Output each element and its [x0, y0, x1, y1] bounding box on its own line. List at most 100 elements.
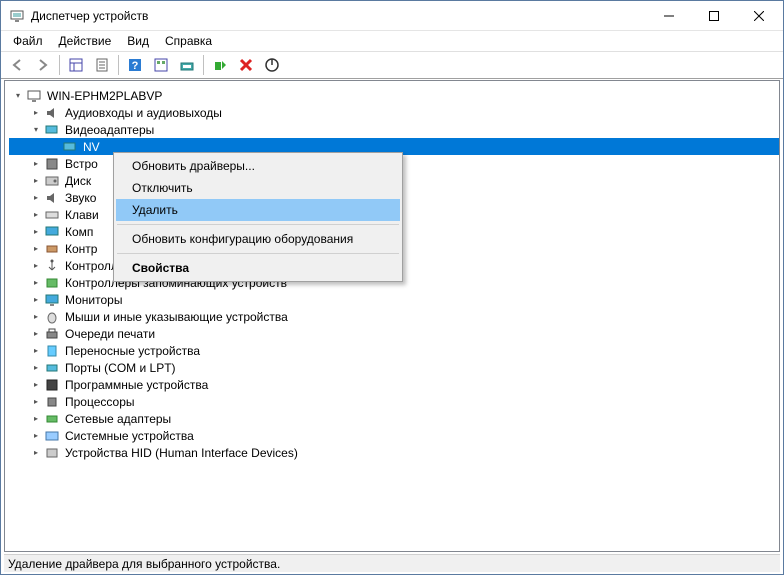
tree-item-monitors[interactable]: ▸ Мониторы: [9, 291, 779, 308]
expand-icon[interactable]: ▸: [29, 293, 43, 307]
expand-icon[interactable]: ▸: [29, 174, 43, 188]
toolbar: ?: [1, 51, 783, 79]
cpu-icon: [44, 394, 60, 410]
tree-item-ports[interactable]: ▸ Порты (COM и LPT): [9, 359, 779, 376]
expand-icon[interactable]: ▸: [29, 395, 43, 409]
expand-icon[interactable]: ▸: [29, 208, 43, 222]
maximize-button[interactable]: [691, 1, 736, 30]
ctx-label: Удалить: [132, 203, 178, 217]
properties-button[interactable]: [90, 54, 114, 76]
statusbar: Удаление драйвера для выбранного устройс…: [4, 554, 780, 572]
portable-icon: [44, 343, 60, 359]
status-text: Удаление драйвера для выбранного устройс…: [8, 557, 280, 571]
ctx-update-drivers[interactable]: Обновить драйверы...: [116, 155, 400, 177]
display-adapter-icon: [44, 122, 60, 138]
ctx-delete[interactable]: Удалить: [116, 199, 400, 221]
enable-device-button[interactable]: [208, 54, 232, 76]
device-tree[interactable]: ▾ WIN-EPHM2PLABVP ▸ Аудиовходы и аудиовы…: [4, 80, 780, 552]
tree-label: Контр: [63, 242, 99, 256]
expand-icon[interactable]: ▸: [29, 429, 43, 443]
close-button[interactable]: [736, 1, 781, 30]
tree-label: Мониторы: [63, 293, 124, 307]
tree-root[interactable]: ▾ WIN-EPHM2PLABVP: [9, 87, 779, 104]
menubar: Файл Действие Вид Справка: [1, 31, 783, 51]
mouse-icon: [44, 309, 60, 325]
expand-icon[interactable]: ▸: [29, 412, 43, 426]
tree-item-audio[interactable]: ▸ Аудиовходы и аудиовыходы: [9, 104, 779, 121]
tree-item-portable[interactable]: ▸ Переносные устройства: [9, 342, 779, 359]
device-icon: [44, 156, 60, 172]
audio-icon: [44, 190, 60, 206]
scan-hardware-button[interactable]: [149, 54, 173, 76]
tree-item-print-queues[interactable]: ▸ Очереди печати: [9, 325, 779, 342]
expand-icon[interactable]: ▸: [29, 378, 43, 392]
tree-item-processors[interactable]: ▸ Процессоры: [9, 393, 779, 410]
computer-icon: [26, 88, 42, 104]
monitor-icon: [44, 224, 60, 240]
expand-icon[interactable]: ▸: [29, 242, 43, 256]
tree-item-hid[interactable]: ▸ Устройства HID (Human Interface Device…: [9, 444, 779, 461]
tree-item-system[interactable]: ▸ Системные устройства: [9, 427, 779, 444]
monitor-icon: [44, 292, 60, 308]
software-icon: [44, 377, 60, 393]
ctx-disable[interactable]: Отключить: [116, 177, 400, 199]
update-driver-button[interactable]: [175, 54, 199, 76]
tree-label: Аудиовходы и аудиовыходы: [63, 106, 224, 120]
tree-item-network[interactable]: ▸ Сетевые адаптеры: [9, 410, 779, 427]
printer-icon: [44, 326, 60, 342]
tree-label: Комп: [63, 225, 95, 239]
menu-view[interactable]: Вид: [119, 32, 157, 50]
spacer: [47, 140, 61, 154]
minimize-button[interactable]: [646, 1, 691, 30]
usb-icon: [44, 258, 60, 274]
expand-icon[interactable]: ▸: [29, 157, 43, 171]
expand-icon[interactable]: ▸: [29, 259, 43, 273]
titlebar: Диспетчер устройств: [1, 1, 783, 31]
network-icon: [44, 411, 60, 427]
port-icon: [44, 360, 60, 376]
tree-item-video[interactable]: ▾ Видеоадаптеры: [9, 121, 779, 138]
tree-label: Программные устройства: [63, 378, 210, 392]
tree-label: Диск: [63, 174, 93, 188]
collapse-icon[interactable]: ▾: [29, 123, 43, 137]
tree-item-software[interactable]: ▸ Программные устройства: [9, 376, 779, 393]
disable-device-button[interactable]: [260, 54, 284, 76]
storage-icon: [44, 275, 60, 291]
menu-help[interactable]: Справка: [157, 32, 220, 50]
display-adapter-icon: [62, 139, 78, 155]
disk-icon: [44, 173, 60, 189]
tree-label: NV: [81, 140, 102, 154]
ctx-label: Отключить: [132, 181, 193, 195]
collapse-icon[interactable]: ▾: [11, 89, 25, 103]
tree-label: WIN-EPHM2PLABVP: [45, 89, 164, 103]
expand-icon[interactable]: ▸: [29, 361, 43, 375]
ctx-properties[interactable]: Свойства: [116, 257, 400, 279]
tree-label: Порты (COM и LPT): [63, 361, 178, 375]
expand-icon[interactable]: ▸: [29, 446, 43, 460]
menu-action[interactable]: Действие: [51, 32, 120, 50]
toolbar-separator: [118, 55, 119, 75]
menu-file[interactable]: Файл: [5, 32, 51, 50]
ctx-label: Обновить конфигурацию оборудования: [132, 232, 353, 246]
back-button[interactable]: [5, 54, 29, 76]
context-menu: Обновить драйверы... Отключить Удалить О…: [113, 152, 403, 282]
expand-icon[interactable]: ▸: [29, 327, 43, 341]
ctx-scan-hardware[interactable]: Обновить конфигурацию оборудования: [116, 228, 400, 250]
expand-icon[interactable]: ▸: [29, 310, 43, 324]
help-button[interactable]: ?: [123, 54, 147, 76]
tree-label: Системные устройства: [63, 429, 196, 443]
expand-icon[interactable]: ▸: [29, 225, 43, 239]
uninstall-device-button[interactable]: [234, 54, 258, 76]
expand-icon[interactable]: ▸: [29, 106, 43, 120]
expand-icon[interactable]: ▸: [29, 191, 43, 205]
expand-icon[interactable]: ▸: [29, 344, 43, 358]
expand-icon[interactable]: ▸: [29, 276, 43, 290]
ctx-separator: [117, 224, 399, 225]
toolbar-separator: [59, 55, 60, 75]
forward-button[interactable]: [31, 54, 55, 76]
ctx-separator: [117, 253, 399, 254]
show-hide-tree-button[interactable]: [64, 54, 88, 76]
window-title: Диспетчер устройств: [31, 9, 646, 23]
tree-item-mice[interactable]: ▸ Мыши и иные указывающие устройства: [9, 308, 779, 325]
hid-icon: [44, 445, 60, 461]
